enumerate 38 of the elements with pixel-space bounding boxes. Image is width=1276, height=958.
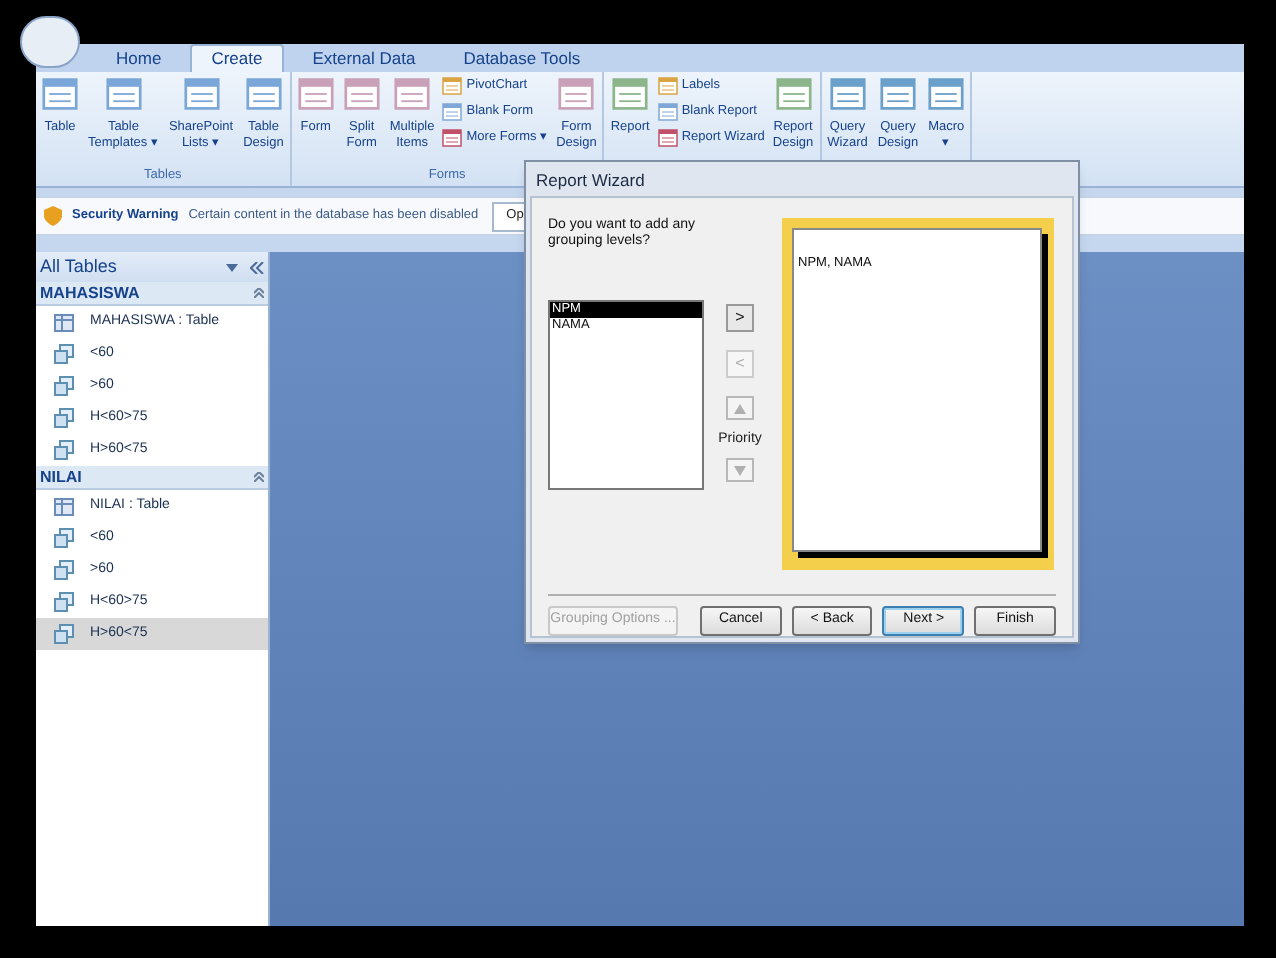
nav-group-header[interactable]: MAHASISWA	[36, 282, 268, 306]
shield-icon	[44, 206, 62, 226]
ribbon-icon	[775, 76, 811, 112]
ribbon-icon	[245, 76, 282, 112]
ribbon-icon	[657, 102, 678, 122]
ribbon-icon	[657, 76, 678, 96]
move-field-button[interactable]: >	[726, 304, 754, 332]
ribbon-icon	[829, 76, 866, 112]
ribbon-icon	[442, 128, 463, 148]
ribbon-tab[interactable]: Home	[96, 44, 182, 72]
ribbon-icon	[442, 76, 463, 96]
ribbon-icon	[183, 76, 220, 112]
down-arrow-icon	[734, 465, 746, 475]
ribbon-icon	[558, 76, 595, 112]
dropdown-icon[interactable]	[226, 263, 238, 271]
ribbon-icon	[394, 76, 431, 112]
ribbon-icon	[297, 76, 334, 112]
ribbon-tab[interactable]: External Data	[292, 44, 436, 72]
nav-pane-title: All Tables	[40, 253, 117, 280]
dialog-title: Report Wizard	[534, 168, 647, 194]
chevron-up-icon	[254, 472, 264, 482]
up-arrow-icon	[734, 403, 746, 413]
ribbon-icon	[657, 128, 678, 148]
collapse-icon[interactable]	[250, 261, 264, 273]
ribbon-icon	[612, 76, 649, 112]
nav-group-header[interactable]: NILAI	[36, 466, 268, 490]
ribbon-icon	[42, 76, 78, 112]
ribbon-icon	[343, 76, 380, 112]
ribbon-icon	[105, 76, 142, 112]
ribbon-tab[interactable]: Create	[189, 44, 285, 72]
office-button[interactable]	[20, 16, 80, 68]
ribbon-icon	[879, 76, 916, 112]
chevron-up-icon	[254, 288, 264, 298]
ribbon-icon	[442, 102, 463, 122]
ribbon-icon	[928, 76, 965, 112]
ribbon-tab[interactable]: Database Tools	[443, 44, 601, 72]
table-icon	[54, 497, 74, 515]
table-icon	[54, 313, 74, 331]
